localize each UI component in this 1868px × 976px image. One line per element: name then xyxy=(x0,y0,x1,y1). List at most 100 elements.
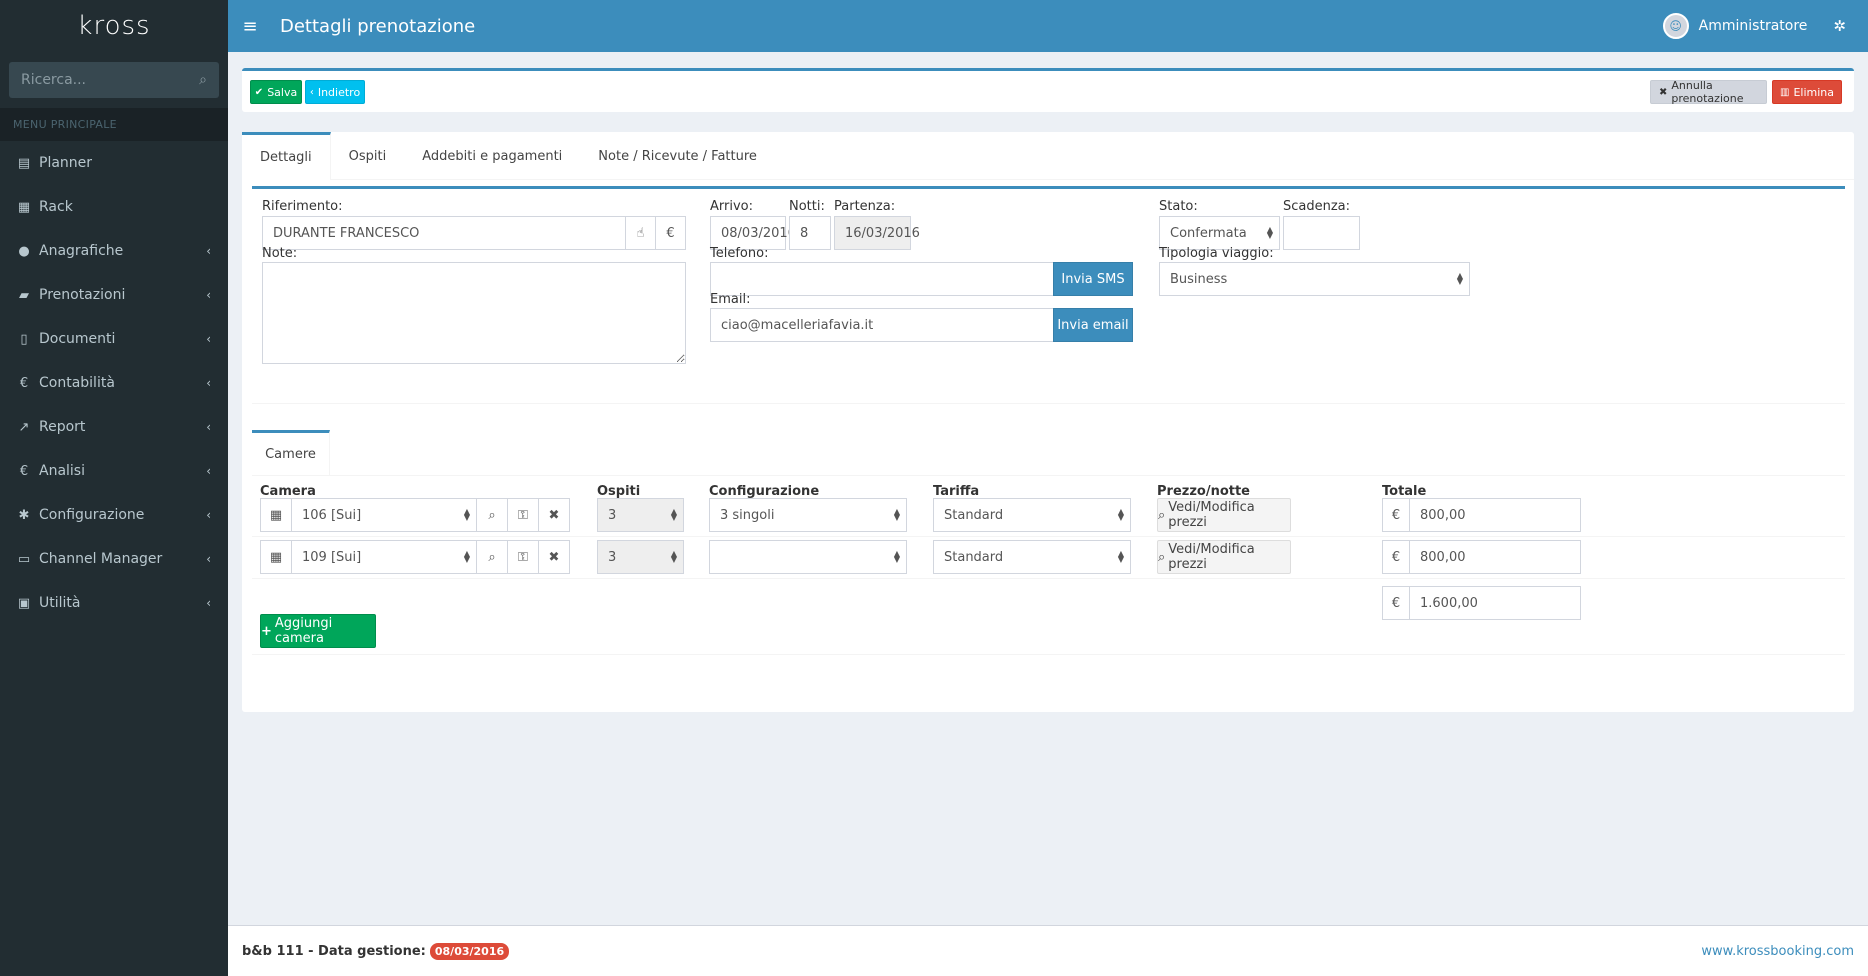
sidebar-item-analisi[interactable]: € Analisi ‹ xyxy=(0,449,228,493)
ospiti-select[interactable]: 3 ▲ ▼ xyxy=(597,540,684,574)
notti-label: Notti: xyxy=(789,199,825,214)
briefcase-icon: ▣ xyxy=(17,595,31,611)
configurazione-select[interactable]: ▲ ▼ xyxy=(709,540,907,574)
delete-button[interactable]: ▥ Elimina xyxy=(1772,80,1842,104)
sidebar-item-utilit-[interactable]: ▣ Utilità ‹ xyxy=(0,581,228,625)
search-icon[interactable]: ⌕ xyxy=(476,498,508,532)
col-tariffa: Tariffa xyxy=(933,484,980,499)
total-input[interactable]: 800,00 xyxy=(1409,540,1581,574)
avatar: ☺ xyxy=(1662,13,1689,39)
unlock-icon[interactable]: ⚿ xyxy=(507,540,539,574)
arrivo-label: Arrivo: xyxy=(710,199,753,214)
calendar-icon[interactable]: ▦ xyxy=(260,498,292,532)
sidebar-item-channel-manager[interactable]: ▭ Channel Manager ‹ xyxy=(0,537,228,581)
remove-icon[interactable]: ✖ xyxy=(538,498,570,532)
add-room-button[interactable]: + Aggiungi camera xyxy=(260,614,376,648)
document-icon: ▯ xyxy=(20,331,28,347)
date-badge: 08/03/2016 xyxy=(429,942,510,960)
remove-icon[interactable]: ✖ xyxy=(538,540,570,574)
menu-header: MENU PRINCIPALE xyxy=(0,108,228,141)
times-icon: ✖ xyxy=(1659,86,1668,98)
unlock-icon[interactable]: ⚿ xyxy=(507,498,539,532)
sidebar-item-anagrafiche[interactable]: ● Anagrafiche ‹ xyxy=(0,229,228,273)
search-input[interactable] xyxy=(21,72,181,88)
configurazione-select[interactable]: 3 singoli ▲ ▼ xyxy=(709,498,907,532)
tipologia-value: Business xyxy=(1170,271,1228,287)
chevron-left-icon: ‹ xyxy=(206,332,211,346)
tipologia-select[interactable]: Business ▲ ▼ xyxy=(1159,262,1470,296)
sidebar-item-label: Planner xyxy=(39,155,93,171)
search-icon[interactable]: ⌕ xyxy=(199,72,207,88)
sidebar-menu: ▤ Planner ▦ Rack ● Anagrafiche ‹ ▰ Prenotazioni ‹… xyxy=(0,141,228,625)
save-button[interactable]: ✔ Salva xyxy=(250,80,302,104)
select-arrows-icon: ▲ ▼ xyxy=(670,549,677,564)
user-menu[interactable]: ☺ Amministratore xyxy=(1662,13,1807,39)
hamburger-menu-icon[interactable]: ≡ xyxy=(228,16,272,37)
edit-prices-button[interactable]: ⌕ Vedi/Modifica prezzi xyxy=(1157,540,1291,574)
cancel-booking-button[interactable]: ✖ Annulla prenotazione xyxy=(1650,79,1767,105)
col-ospiti: Ospiti xyxy=(597,484,641,499)
email-input[interactable]: ciao@macelleriafavia.it xyxy=(710,308,1054,342)
tab-addebiti[interactable]: Addebiti e pagamenti xyxy=(404,132,580,180)
user-icon: ● xyxy=(18,243,30,259)
riferimento-input[interactable]: DURANTE FRANCESCO xyxy=(262,216,626,250)
camera-select[interactable]: 106 [Sui] ▲ ▼ xyxy=(291,498,477,532)
stato-value: Confermata xyxy=(1170,225,1247,241)
edit-prices-button[interactable]: ⌕ Vedi/Modifica prezzi xyxy=(1157,498,1291,532)
total-input[interactable]: 800,00 xyxy=(1409,498,1581,532)
sidebar-item-rack[interactable]: ▦ Rack xyxy=(0,185,228,229)
select-arrows-icon: ▲ ▼ xyxy=(1456,271,1463,286)
sidebar-item-prenotazioni[interactable]: ▰ Prenotazioni ‹ xyxy=(0,273,228,317)
ospiti-value: 3 xyxy=(608,549,617,565)
sidebar-item-documenti[interactable]: ▯ Documenti ‹ xyxy=(0,317,228,361)
ospiti-select[interactable]: 3 ▲ ▼ xyxy=(597,498,684,532)
partenza-input: 16/03/2016 xyxy=(834,216,920,250)
rooms-tabs: Camere xyxy=(252,430,1845,476)
settings-cogs-icon[interactable]: ✲ xyxy=(1833,17,1846,35)
tab-note-ricevute[interactable]: Note / Ricevute / Fatture xyxy=(580,132,775,180)
scadenza-input[interactable] xyxy=(1283,216,1360,250)
select-arrows-icon: ▲ ▼ xyxy=(1117,507,1124,522)
sidebar-item-configurazione[interactable]: ✱ Configurazione ‹ xyxy=(0,493,228,537)
sidebar-search: ⌕ xyxy=(9,62,219,98)
plus-icon: + xyxy=(261,623,272,639)
sidebar-item-label: Anagrafiche xyxy=(39,243,124,259)
sidebar-item-planner[interactable]: ▤ Planner xyxy=(0,141,228,185)
send-sms-button[interactable]: Invia SMS xyxy=(1053,262,1133,296)
sidebar-item-report[interactable]: ↗ Report ‹ xyxy=(0,405,228,449)
col-camera: Camera xyxy=(260,484,316,499)
select-arrows-icon: ▲ ▼ xyxy=(670,507,677,522)
trash-icon: ▥ xyxy=(1780,86,1790,98)
arrivo-input[interactable]: 08/03/2016 xyxy=(710,216,796,250)
note-textarea[interactable] xyxy=(262,262,686,364)
notti-input[interactable]: 8 xyxy=(789,216,831,250)
search-icon[interactable]: ⌕ xyxy=(476,540,508,574)
tab-dettagli[interactable]: Dettagli xyxy=(242,132,331,180)
grand-total-input[interactable]: 1.600,00 xyxy=(1409,586,1581,620)
tab-ospiti[interactable]: Ospiti xyxy=(331,132,405,180)
stato-select[interactable]: Confermata ▲ ▼ xyxy=(1159,216,1280,250)
sidebar-item-label: Report xyxy=(39,419,86,435)
grid-icon: ▦ xyxy=(17,199,31,215)
sidebar-item-label: Documenti xyxy=(39,331,116,347)
footer-link[interactable]: www.krossbooking.com xyxy=(1701,944,1854,959)
back-button[interactable]: ‹ Indietro xyxy=(305,80,365,104)
tab-camere[interactable]: Camere xyxy=(252,430,330,476)
thumbs-up-icon[interactable]: ☝ xyxy=(625,216,656,250)
sidebar-item-label: Prenotazioni xyxy=(39,287,126,303)
send-email-button[interactable]: Invia email xyxy=(1053,308,1133,342)
calendar-icon[interactable]: ▦ xyxy=(260,540,292,574)
sidebar: kross ⌕ MENU PRINCIPALE ▤ Planner ▦ Rack ● An… xyxy=(0,0,228,976)
sidebar-item-contabilit-[interactable]: € Contabilità ‹ xyxy=(0,361,228,405)
select-arrows-icon: ▲ ▼ xyxy=(1117,549,1124,564)
camera-value: 109 [Sui] xyxy=(302,549,362,565)
note-label: Note: xyxy=(262,246,298,261)
telefono-input[interactable] xyxy=(710,262,1054,296)
tipologia-label: Tipologia viaggio: xyxy=(1159,246,1274,261)
euro-button[interactable]: € xyxy=(655,216,686,250)
camera-select[interactable]: 109 [Sui] ▲ ▼ xyxy=(291,540,477,574)
tariffa-select[interactable]: Standard ▲ ▼ xyxy=(933,498,1131,532)
tariffa-select[interactable]: Standard ▲ ▼ xyxy=(933,540,1131,574)
chevron-left-icon: ‹ xyxy=(309,86,314,98)
app-logo[interactable]: kross xyxy=(0,0,228,52)
